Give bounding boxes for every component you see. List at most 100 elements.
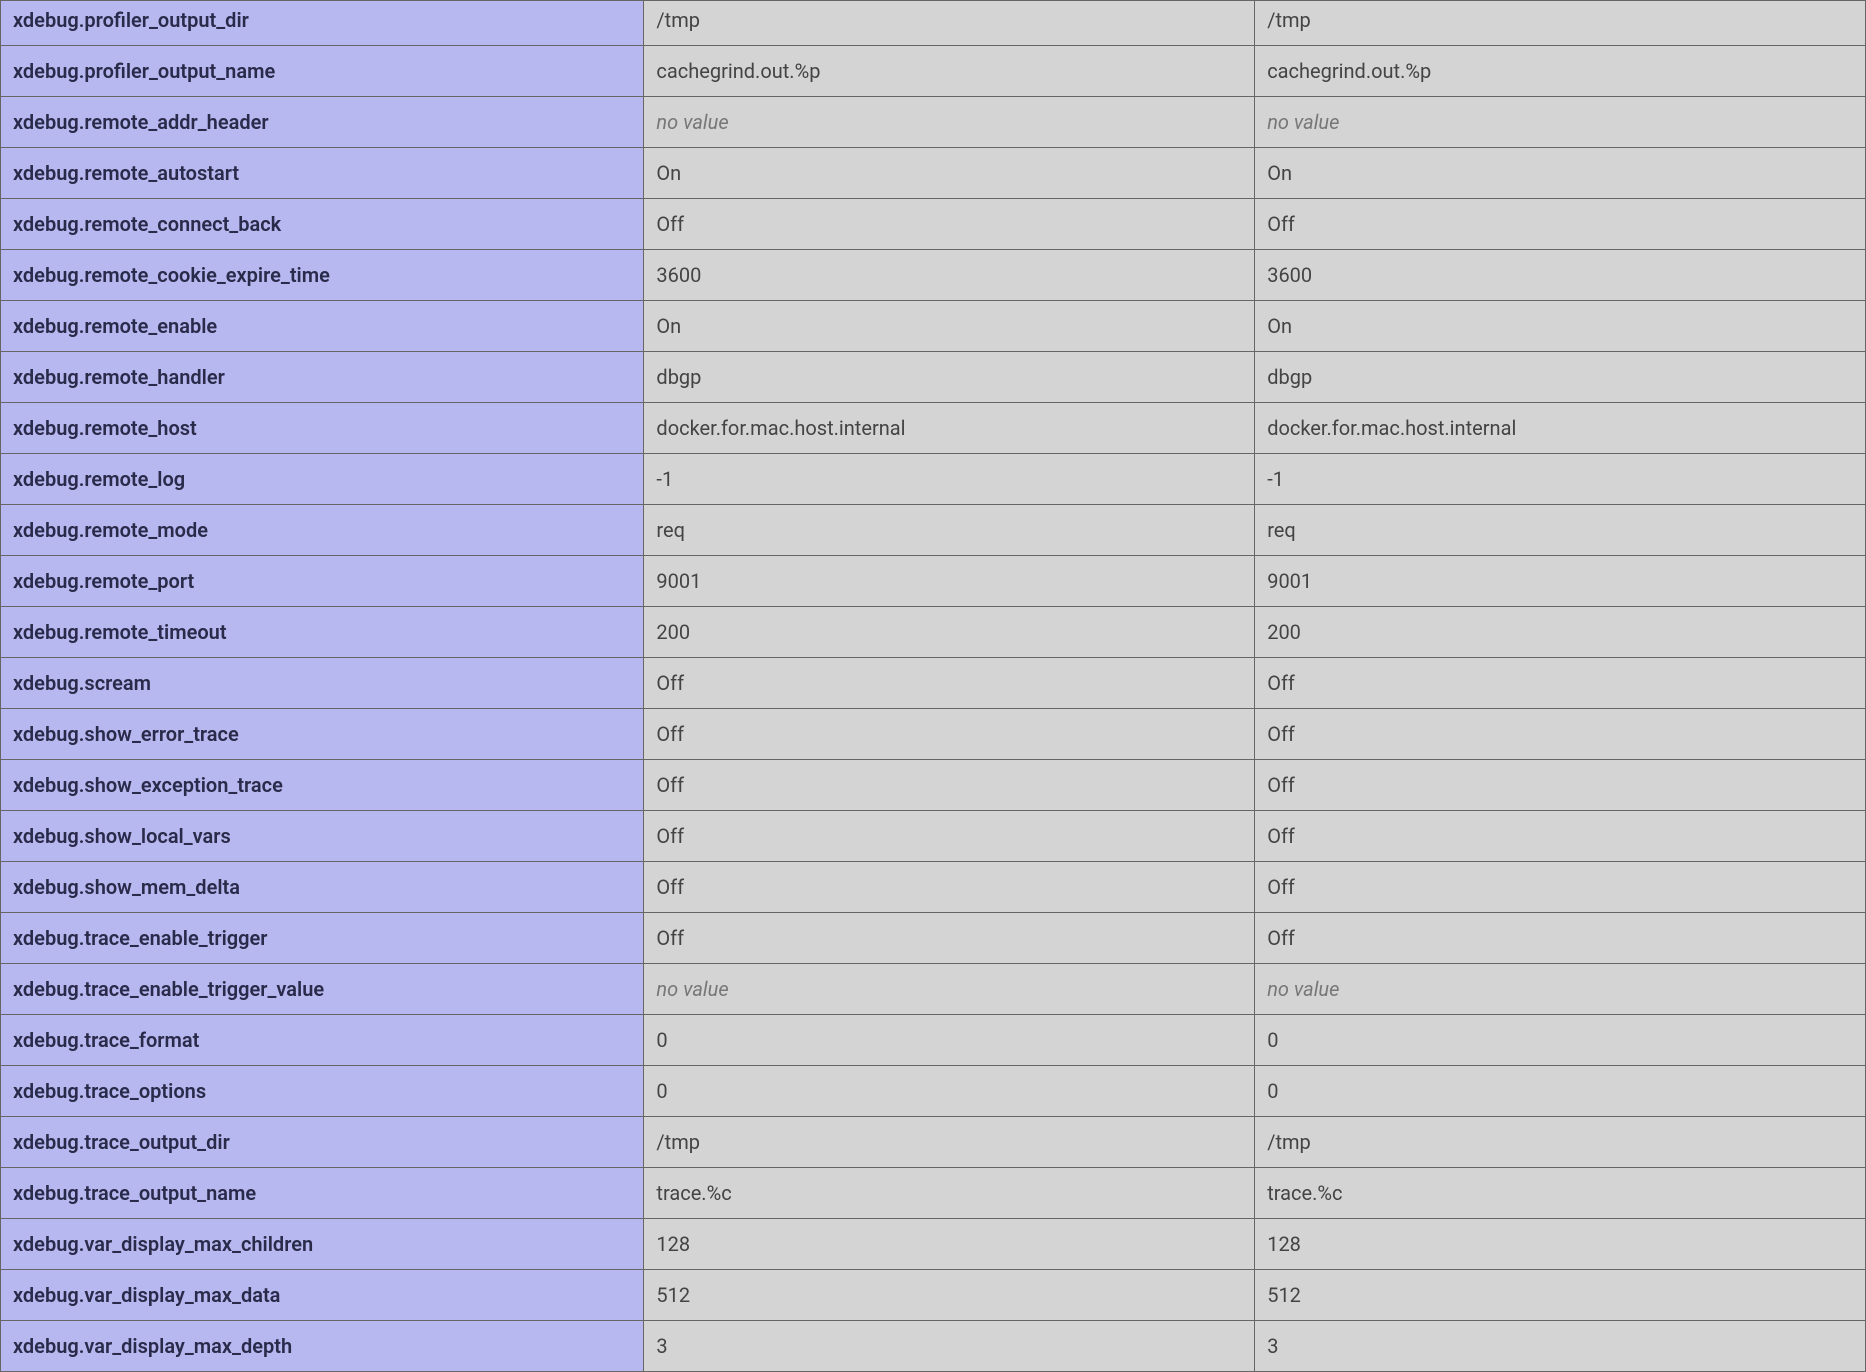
master-value-cell: Off (1255, 913, 1866, 964)
local-value-cell: trace.%c (644, 1168, 1255, 1219)
directive-cell: xdebug.remote_autostart (1, 148, 644, 199)
table-row: xdebug.show_mem_deltaOffOff (1, 862, 1866, 913)
local-value-cell: docker.for.mac.host.internal (644, 403, 1255, 454)
table-row: xdebug.show_error_traceOffOff (1, 709, 1866, 760)
table-row: xdebug.remote_modereqreq (1, 505, 1866, 556)
table-row: xdebug.profiler_output_namecachegrind.ou… (1, 46, 1866, 97)
master-value-cell: 3600 (1255, 250, 1866, 301)
local-value-cell: Off (644, 199, 1255, 250)
no-value-label: no value (1267, 977, 1339, 1001)
directive-cell: xdebug.profiler_output_dir (1, 1, 644, 46)
master-value-cell: docker.for.mac.host.internal (1255, 403, 1866, 454)
master-value-cell: 512 (1255, 1270, 1866, 1321)
directive-cell: xdebug.remote_timeout (1, 607, 644, 658)
master-value-cell: req (1255, 505, 1866, 556)
local-value-cell: Off (644, 913, 1255, 964)
directive-cell: xdebug.remote_addr_header (1, 97, 644, 148)
directive-cell: xdebug.remote_port (1, 556, 644, 607)
local-value-cell: no value (644, 964, 1255, 1015)
master-value-cell: cachegrind.out.%p (1255, 46, 1866, 97)
table-row: xdebug.remote_cookie_expire_time36003600 (1, 250, 1866, 301)
local-value-cell: dbgp (644, 352, 1255, 403)
local-value-cell: On (644, 301, 1255, 352)
directive-cell: xdebug.trace_format (1, 1015, 644, 1066)
table-row: xdebug.var_display_max_data512512 (1, 1270, 1866, 1321)
table-row: xdebug.remote_hostdocker.for.mac.host.in… (1, 403, 1866, 454)
table-row: xdebug.remote_enableOnOn (1, 301, 1866, 352)
local-value-cell: cachegrind.out.%p (644, 46, 1255, 97)
directive-cell: xdebug.trace_output_name (1, 1168, 644, 1219)
local-value-cell: Off (644, 658, 1255, 709)
local-value-cell: Off (644, 709, 1255, 760)
table-row: xdebug.remote_addr_header no value no valu… (1, 97, 1866, 148)
no-value-label: no value (656, 110, 728, 134)
master-value-cell: 128 (1255, 1219, 1866, 1270)
table-row: xdebug.profiler_output_dir/tmp/tmp (1, 1, 1866, 46)
directive-cell: xdebug.show_mem_delta (1, 862, 644, 913)
directive-cell: xdebug.remote_enable (1, 301, 644, 352)
table-row: xdebug.trace_output_dir/tmp/tmp (1, 1117, 1866, 1168)
directive-cell: xdebug.remote_mode (1, 505, 644, 556)
local-value-cell: 0 (644, 1066, 1255, 1117)
directive-cell: xdebug.remote_host (1, 403, 644, 454)
table-row: xdebug.show_local_varsOffOff (1, 811, 1866, 862)
directive-cell: xdebug.show_local_vars (1, 811, 644, 862)
no-value-label: no value (1267, 110, 1339, 134)
master-value-cell: no value (1255, 964, 1866, 1015)
local-value-cell: 3600 (644, 250, 1255, 301)
table-row: xdebug.screamOffOff (1, 658, 1866, 709)
directive-cell: xdebug.remote_cookie_expire_time (1, 250, 644, 301)
table-row: xdebug.remote_autostartOnOn (1, 148, 1866, 199)
master-value-cell: /tmp (1255, 1, 1866, 46)
local-value-cell: no value (644, 97, 1255, 148)
directive-cell: xdebug.var_display_max_data (1, 1270, 644, 1321)
directive-cell: xdebug.trace_enable_trigger (1, 913, 644, 964)
master-value-cell: /tmp (1255, 1117, 1866, 1168)
directive-cell: xdebug.var_display_max_children (1, 1219, 644, 1270)
master-value-cell: On (1255, 301, 1866, 352)
master-value-cell: 0 (1255, 1015, 1866, 1066)
table-row: xdebug.show_exception_traceOffOff (1, 760, 1866, 811)
table-row: xdebug.var_display_max_children128128 (1, 1219, 1866, 1270)
xdebug-config-table: xdebug.profiler_output_dir/tmp/tmpxdebug… (0, 0, 1866, 1372)
local-value-cell: -1 (644, 454, 1255, 505)
directive-cell: xdebug.show_exception_trace (1, 760, 644, 811)
no-value-label: no value (656, 977, 728, 1001)
master-value-cell: 200 (1255, 607, 1866, 658)
directive-cell: xdebug.trace_options (1, 1066, 644, 1117)
master-value-cell: 0 (1255, 1066, 1866, 1117)
local-value-cell: /tmp (644, 1117, 1255, 1168)
master-value-cell: Off (1255, 199, 1866, 250)
local-value-cell: /tmp (644, 1, 1255, 46)
table-row: xdebug.remote_handlerdbgpdbgp (1, 352, 1866, 403)
table-row: xdebug.remote_log-1-1 (1, 454, 1866, 505)
master-value-cell: Off (1255, 709, 1866, 760)
master-value-cell: -1 (1255, 454, 1866, 505)
master-value-cell: Off (1255, 811, 1866, 862)
master-value-cell: dbgp (1255, 352, 1866, 403)
directive-cell: xdebug.show_error_trace (1, 709, 644, 760)
local-value-cell: 9001 (644, 556, 1255, 607)
directive-cell: xdebug.trace_enable_trigger_value (1, 964, 644, 1015)
directive-cell: xdebug.profiler_output_name (1, 46, 644, 97)
master-value-cell: trace.%c (1255, 1168, 1866, 1219)
table-row: xdebug.trace_enable_triggerOffOff (1, 913, 1866, 964)
master-value-cell: Off (1255, 658, 1866, 709)
table-row: xdebug.trace_format00 (1, 1015, 1866, 1066)
master-value-cell: On (1255, 148, 1866, 199)
master-value-cell: Off (1255, 760, 1866, 811)
local-value-cell: 200 (644, 607, 1255, 658)
table-row: xdebug.trace_output_nametrace.%ctrace.%c (1, 1168, 1866, 1219)
local-value-cell: Off (644, 811, 1255, 862)
table-row: xdebug.trace_options00 (1, 1066, 1866, 1117)
local-value-cell: Off (644, 760, 1255, 811)
table-row: xdebug.remote_timeout200200 (1, 607, 1866, 658)
directive-cell: xdebug.scream (1, 658, 644, 709)
local-value-cell: On (644, 148, 1255, 199)
table-row: xdebug.remote_connect_backOffOff (1, 199, 1866, 250)
local-value-cell: req (644, 505, 1255, 556)
master-value-cell: Off (1255, 862, 1866, 913)
local-value-cell: 0 (644, 1015, 1255, 1066)
directive-cell: xdebug.trace_output_dir (1, 1117, 644, 1168)
directive-cell: xdebug.remote_log (1, 454, 644, 505)
